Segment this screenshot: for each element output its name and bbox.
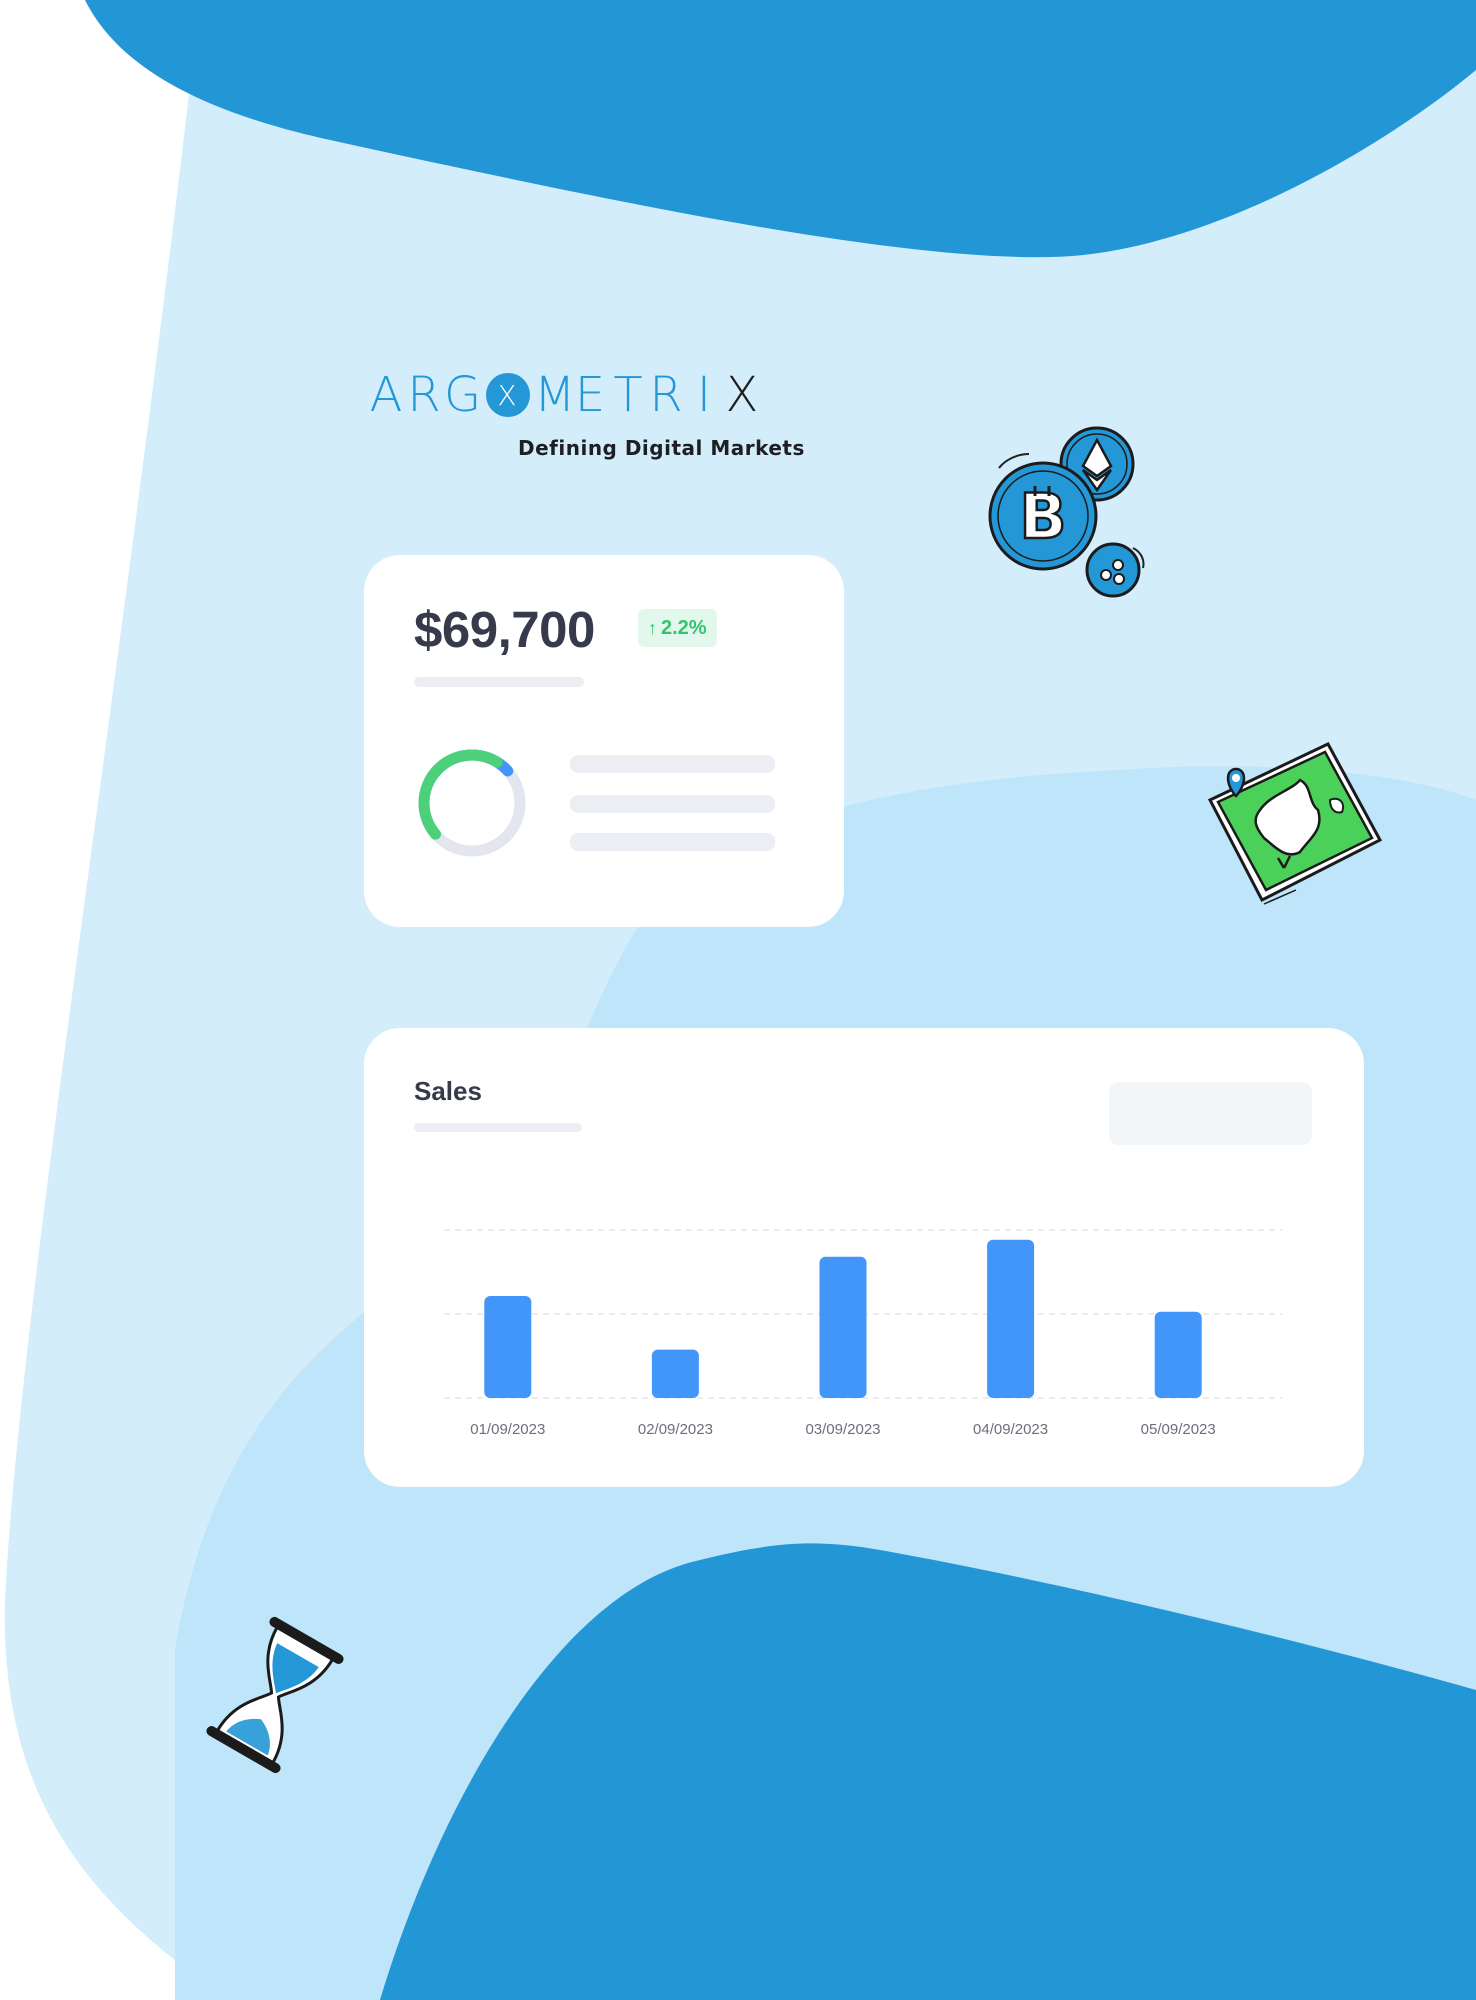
donut-segment-green	[418, 749, 526, 857]
placeholder-bar	[414, 677, 584, 687]
placeholder-line	[570, 833, 775, 851]
logo-letter: M	[534, 367, 578, 423]
x-tick-label: 03/09/2023	[805, 1421, 880, 1438]
logo-letter: T	[613, 367, 645, 423]
chart-bar[interactable]	[651, 1349, 699, 1398]
crypto-coins-icon: B	[988, 426, 1145, 598]
logo-letter: X	[725, 367, 761, 423]
chart-bar[interactable]	[1154, 1311, 1202, 1398]
sales-bar-chart: 01/09/2023 02/09/2023 03/09/2023 04/09/2023…	[444, 1229, 1282, 1438]
brand-logo: A R G X M E T R I X Defining Digital Mar…	[368, 367, 818, 470]
hourglass-icon	[206, 1616, 344, 1774]
chart-bar[interactable]	[484, 1296, 532, 1398]
logo-letter: R	[407, 367, 443, 423]
metric-value: $69,700	[414, 601, 595, 658]
placeholder-line	[570, 795, 775, 813]
logo-letter: A	[369, 367, 405, 423]
logo-wordmark: A R G X M E T R I X	[368, 367, 762, 423]
x-tick-label: 01/09/2023	[470, 1421, 545, 1438]
chart-bar[interactable]	[987, 1239, 1035, 1398]
svg-text:B: B	[1019, 480, 1066, 553]
donut-chart	[418, 749, 526, 857]
logo-letter: R	[649, 367, 685, 423]
x-tick-label: 04/09/2023	[973, 1421, 1048, 1438]
placeholder-line	[570, 755, 775, 773]
logo-letter: I	[696, 367, 714, 423]
sales-card: Sales 01/09/2023 02/09/2023 03/09/2023 04/0…	[364, 1028, 1364, 1487]
chart-bar[interactable]	[819, 1256, 867, 1398]
logo-tagline: Defining Digital Markets	[518, 436, 805, 460]
logo-letter: E	[574, 367, 608, 423]
metric-card: $69,700 ↑ 2.2%	[364, 555, 844, 927]
logo-x-icon: X	[486, 373, 530, 417]
change-badge: ↑ 2.2%	[638, 609, 717, 647]
logo-letter: G	[444, 367, 484, 423]
x-tick-label: 02/09/2023	[638, 1421, 713, 1438]
treasure-map-icon	[1207, 742, 1383, 905]
change-value: 2.2%	[661, 616, 707, 639]
x-tick-label: 05/09/2023	[1141, 1421, 1216, 1438]
donut-segment-blue	[418, 749, 526, 857]
arrow-up-icon: ↑	[648, 617, 657, 638]
